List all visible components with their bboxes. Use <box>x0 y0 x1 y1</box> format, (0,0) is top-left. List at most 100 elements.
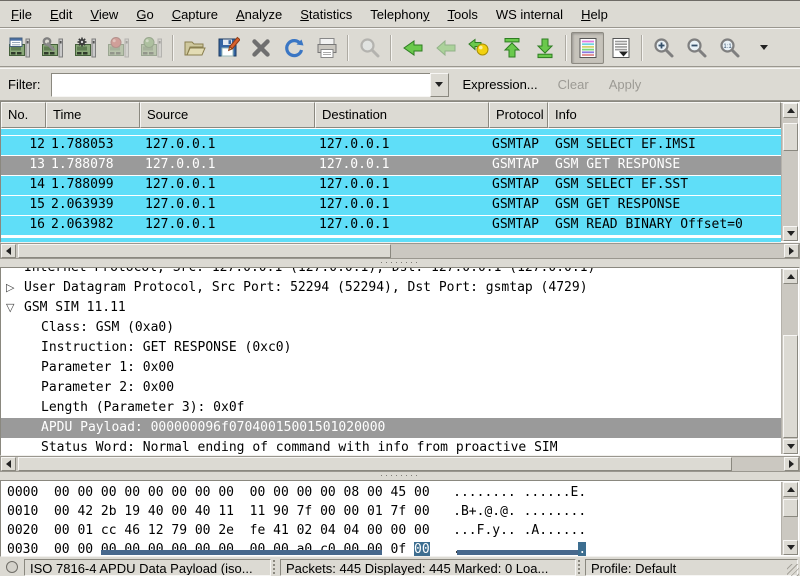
tree-item-udp[interactable]: ▷ User Datagram Protocol, Src Port: 5229… <box>1 278 781 298</box>
statusbar-grip[interactable] <box>578 560 583 574</box>
scroll-thumb[interactable] <box>783 123 798 151</box>
menu-help[interactable]: Help <box>572 2 617 27</box>
expander-expanded-icon[interactable]: ▽ <box>6 298 14 318</box>
scroll-thumb[interactable] <box>18 457 732 471</box>
reload-icon <box>282 36 306 60</box>
details-vscrollbar[interactable] <box>781 269 798 454</box>
back-button[interactable] <box>396 32 429 64</box>
clear-button[interactable]: Clear <box>552 74 595 95</box>
hex-row-0020[interactable]: 0020 00 01 cc 46 12 79 00 2e fe 41 02 04… <box>7 521 779 540</box>
tree-item-parameter1[interactable]: Parameter 1: 0x00 <box>1 358 781 378</box>
expander-collapsed-icon[interactable]: ▷ <box>6 278 14 298</box>
scroll-thumb[interactable] <box>783 499 798 517</box>
print-button[interactable] <box>310 32 343 64</box>
colorize-button[interactable] <box>571 32 604 64</box>
menu-capture[interactable]: Capture <box>163 2 227 27</box>
tree-item-apdu-payload-selected[interactable]: APDU Payload: 000000096f0704001500150102… <box>1 418 781 438</box>
menu-analyze[interactable]: Analyze <box>227 2 291 27</box>
scroll-down-button[interactable] <box>783 439 798 454</box>
zoom-out-button[interactable] <box>680 32 713 64</box>
menu-tools[interactable]: Tools <box>439 2 487 27</box>
capture-options-button[interactable] <box>36 32 69 64</box>
hex-vscrollbar[interactable] <box>781 482 798 555</box>
scroll-down-button[interactable] <box>783 226 798 241</box>
menu-edit[interactable]: Edit <box>41 2 81 27</box>
tree-item-instruction[interactable]: Instruction: GET RESPONSE (0xc0) <box>1 338 781 358</box>
menu-view[interactable]: View <box>81 2 127 27</box>
packet-row-13-selected[interactable]: 13 1.788078 127.0.0.1 127.0.0.1 GSMTAP G… <box>1 155 781 175</box>
hex-partial-row-ascii-highlight <box>457 550 578 555</box>
packet-row-15[interactable]: 15 2.063939 127.0.0.1 127.0.0.1 GSMTAP G… <box>1 195 781 215</box>
status-profile[interactable]: Profile: Default <box>585 559 798 576</box>
go-bottom-button[interactable] <box>528 32 561 64</box>
tree-item-class[interactable]: Class: GSM (0xa0) <box>1 318 781 338</box>
tree-item-length[interactable]: Length (Parameter 3): 0x0f <box>1 398 781 418</box>
reload-button[interactable] <box>277 32 310 64</box>
menu-statistics[interactable]: Statistics <box>291 2 361 27</box>
zoom-in-button[interactable] <box>647 32 680 64</box>
chevron-down-icon <box>435 82 443 87</box>
hex-dump[interactable]: 0000 00 00 00 00 00 00 00 00 00 00 00 00… <box>7 483 779 557</box>
open-button[interactable] <box>178 32 211 64</box>
window-resize-grip[interactable] <box>787 564 799 576</box>
close-button[interactable] <box>244 32 277 64</box>
column-header-time[interactable]: Time <box>46 102 140 128</box>
tree-item-status-word[interactable]: Status Word: Normal ending of command wi… <box>1 438 781 455</box>
filter-input[interactable] <box>51 73 430 97</box>
scroll-up-button[interactable] <box>783 103 798 118</box>
packet-row-17-clipped[interactable] <box>1 237 781 242</box>
expert-info-button[interactable] <box>2 559 22 576</box>
filter-dropdown-button[interactable] <box>430 73 449 97</box>
scroll-right-button[interactable] <box>784 457 799 471</box>
status-field-info[interactable]: ISO 7816-4 APDU Data Payload (iso... <box>24 559 271 576</box>
packet-row-12[interactable]: 12 1.788053 127.0.0.1 127.0.0.1 GSMTAP G… <box>1 135 781 155</box>
column-header-no[interactable]: No. <box>1 102 46 128</box>
tree-item-ip[interactable]: Internet Protocol, Src: 127.0.0.1 (127.0… <box>1 268 781 278</box>
column-header-protocol[interactable]: Protocol <box>489 102 548 128</box>
scroll-up-button[interactable] <box>783 482 798 497</box>
go-top-button[interactable] <box>495 32 528 64</box>
pane-splitter[interactable]: ········ <box>0 259 800 267</box>
capture-stop-button[interactable] <box>102 32 135 64</box>
forward-button[interactable] <box>429 32 462 64</box>
tree-item-parameter2[interactable]: Parameter 2: 0x00 <box>1 378 781 398</box>
filter-label-button[interactable]: Filter: <box>6 75 43 94</box>
scroll-thumb[interactable] <box>18 244 391 258</box>
scroll-down-button[interactable] <box>783 540 798 555</box>
packet-row-14[interactable]: 14 1.788099 127.0.0.1 127.0.0.1 GSMTAP G… <box>1 175 781 195</box>
packet-list-vscrollbar[interactable] <box>781 103 798 241</box>
goto-packet-button[interactable] <box>462 32 495 64</box>
column-header-info[interactable]: Info <box>548 102 781 128</box>
scroll-left-button[interactable] <box>1 457 16 471</box>
hex-row-0010[interactable]: 0010 00 42 2b 19 40 00 40 11 11 90 7f 00… <box>7 502 779 521</box>
column-header-destination[interactable]: Destination <box>315 102 489 128</box>
apply-button[interactable]: Apply <box>603 74 648 95</box>
capture-restart-button[interactable] <box>135 32 168 64</box>
menu-ws-internal[interactable]: WS internal <box>487 2 572 27</box>
scroll-left-button[interactable] <box>1 244 16 258</box>
zoom-actual-icon: 1:1 <box>718 36 742 60</box>
scroll-right-button[interactable] <box>784 244 799 258</box>
save-button[interactable] <box>211 32 244 64</box>
tree-item-gsm-sim[interactable]: ▽ GSM SIM 11.11 <box>1 298 781 318</box>
expression-button[interactable]: Expression... <box>457 74 544 95</box>
scroll-thumb[interactable] <box>783 335 798 438</box>
find-button[interactable] <box>353 32 386 64</box>
pane-splitter[interactable]: ········ <box>0 472 800 480</box>
interface-list-button[interactable] <box>3 32 36 64</box>
scroll-up-button[interactable] <box>783 269 798 284</box>
statusbar-grip[interactable] <box>273 560 278 574</box>
zoom-actual-button[interactable]: 1:1 <box>713 32 746 64</box>
auto-scroll-button[interactable] <box>604 32 637 64</box>
open-folder-icon <box>183 36 207 60</box>
packet-row-11-clipped[interactable]: 11 1.787891 127.0.0.1 127.0.0.1 GSMTAP G… <box>1 128 781 135</box>
hex-row-0000[interactable]: 0000 00 00 00 00 00 00 00 00 00 00 00 00… <box>7 483 779 502</box>
column-header-source[interactable]: Source <box>140 102 315 128</box>
menu-go[interactable]: Go <box>127 2 162 27</box>
packet-row-16[interactable]: 16 2.063982 127.0.0.1 127.0.0.1 GSMTAP G… <box>1 215 781 235</box>
menu-file[interactable]: File <box>2 2 41 27</box>
toolbar-separator <box>565 35 567 61</box>
menu-telephony[interactable]: Telephony <box>361 2 438 27</box>
capture-start-button[interactable] <box>69 32 102 64</box>
toolbar-overflow-button[interactable] <box>754 32 774 64</box>
